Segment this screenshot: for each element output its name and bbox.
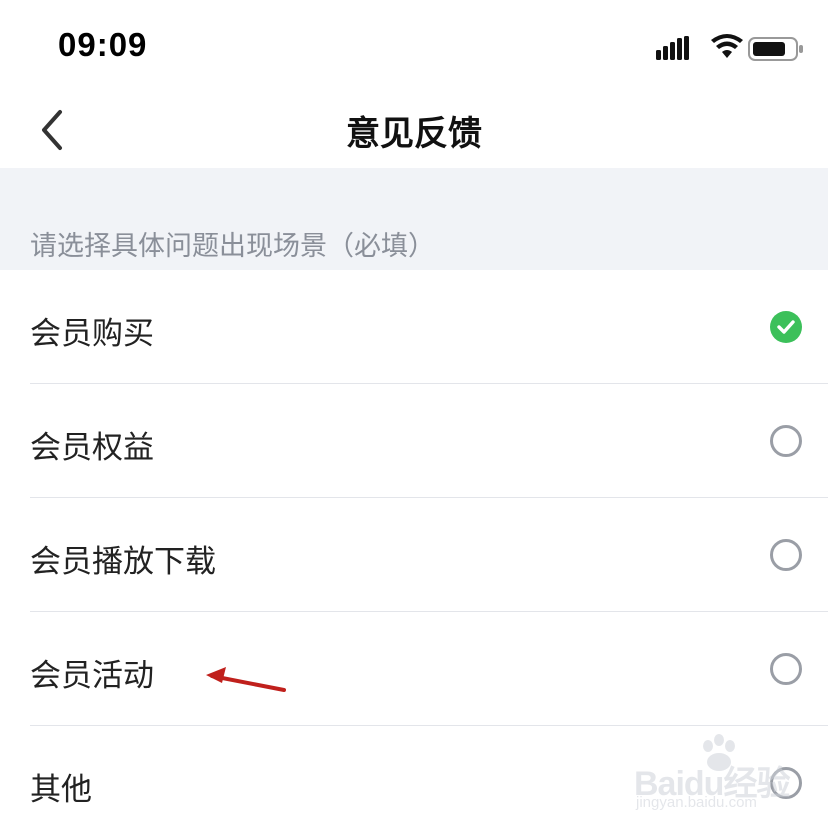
- option-label: 其他: [30, 772, 92, 808]
- wifi-icon: [711, 34, 743, 58]
- section-header: 请选择具体问题出现场景（必填）: [0, 168, 828, 270]
- watermark-url: jingyan.baidu.com: [636, 794, 757, 811]
- page-title: 意见反馈: [346, 114, 482, 154]
- signal-icon: [656, 36, 689, 60]
- option-label: 会员活动: [30, 658, 154, 694]
- radio-icon[interactable]: [770, 425, 802, 457]
- option-row-playback-download[interactable]: 会员播放下载: [0, 498, 828, 612]
- nav-bar: 意见反馈: [0, 96, 828, 168]
- radio-icon[interactable]: [770, 653, 802, 685]
- option-label: 会员播放下载: [30, 544, 216, 580]
- screen: 09:09 意见反馈 请选择具体问题出现场景（必填） 会员购买 会员权益 会员播…: [0, 0, 828, 828]
- watermark: Baidu经验 jingyan.baidu.com: [634, 734, 824, 814]
- option-row-membership-purchase[interactable]: 会员购买: [0, 270, 828, 384]
- status-bar: 09:09: [0, 0, 828, 96]
- radio-icon[interactable]: [770, 539, 802, 571]
- status-time: 09:09: [58, 26, 148, 63]
- section-label: 请选择具体问题出现场景（必填）: [30, 231, 435, 262]
- option-row-membership-activity[interactable]: 会员活动: [0, 612, 828, 726]
- checkmark-icon: [777, 320, 795, 334]
- annotation-arrow-icon: [206, 667, 286, 692]
- battery-icon: [748, 37, 803, 61]
- option-label: 会员权益: [30, 430, 154, 466]
- option-row-membership-benefits[interactable]: 会员权益: [0, 384, 828, 498]
- option-label: 会员购买: [30, 316, 154, 352]
- checked-radio-icon[interactable]: [770, 311, 802, 343]
